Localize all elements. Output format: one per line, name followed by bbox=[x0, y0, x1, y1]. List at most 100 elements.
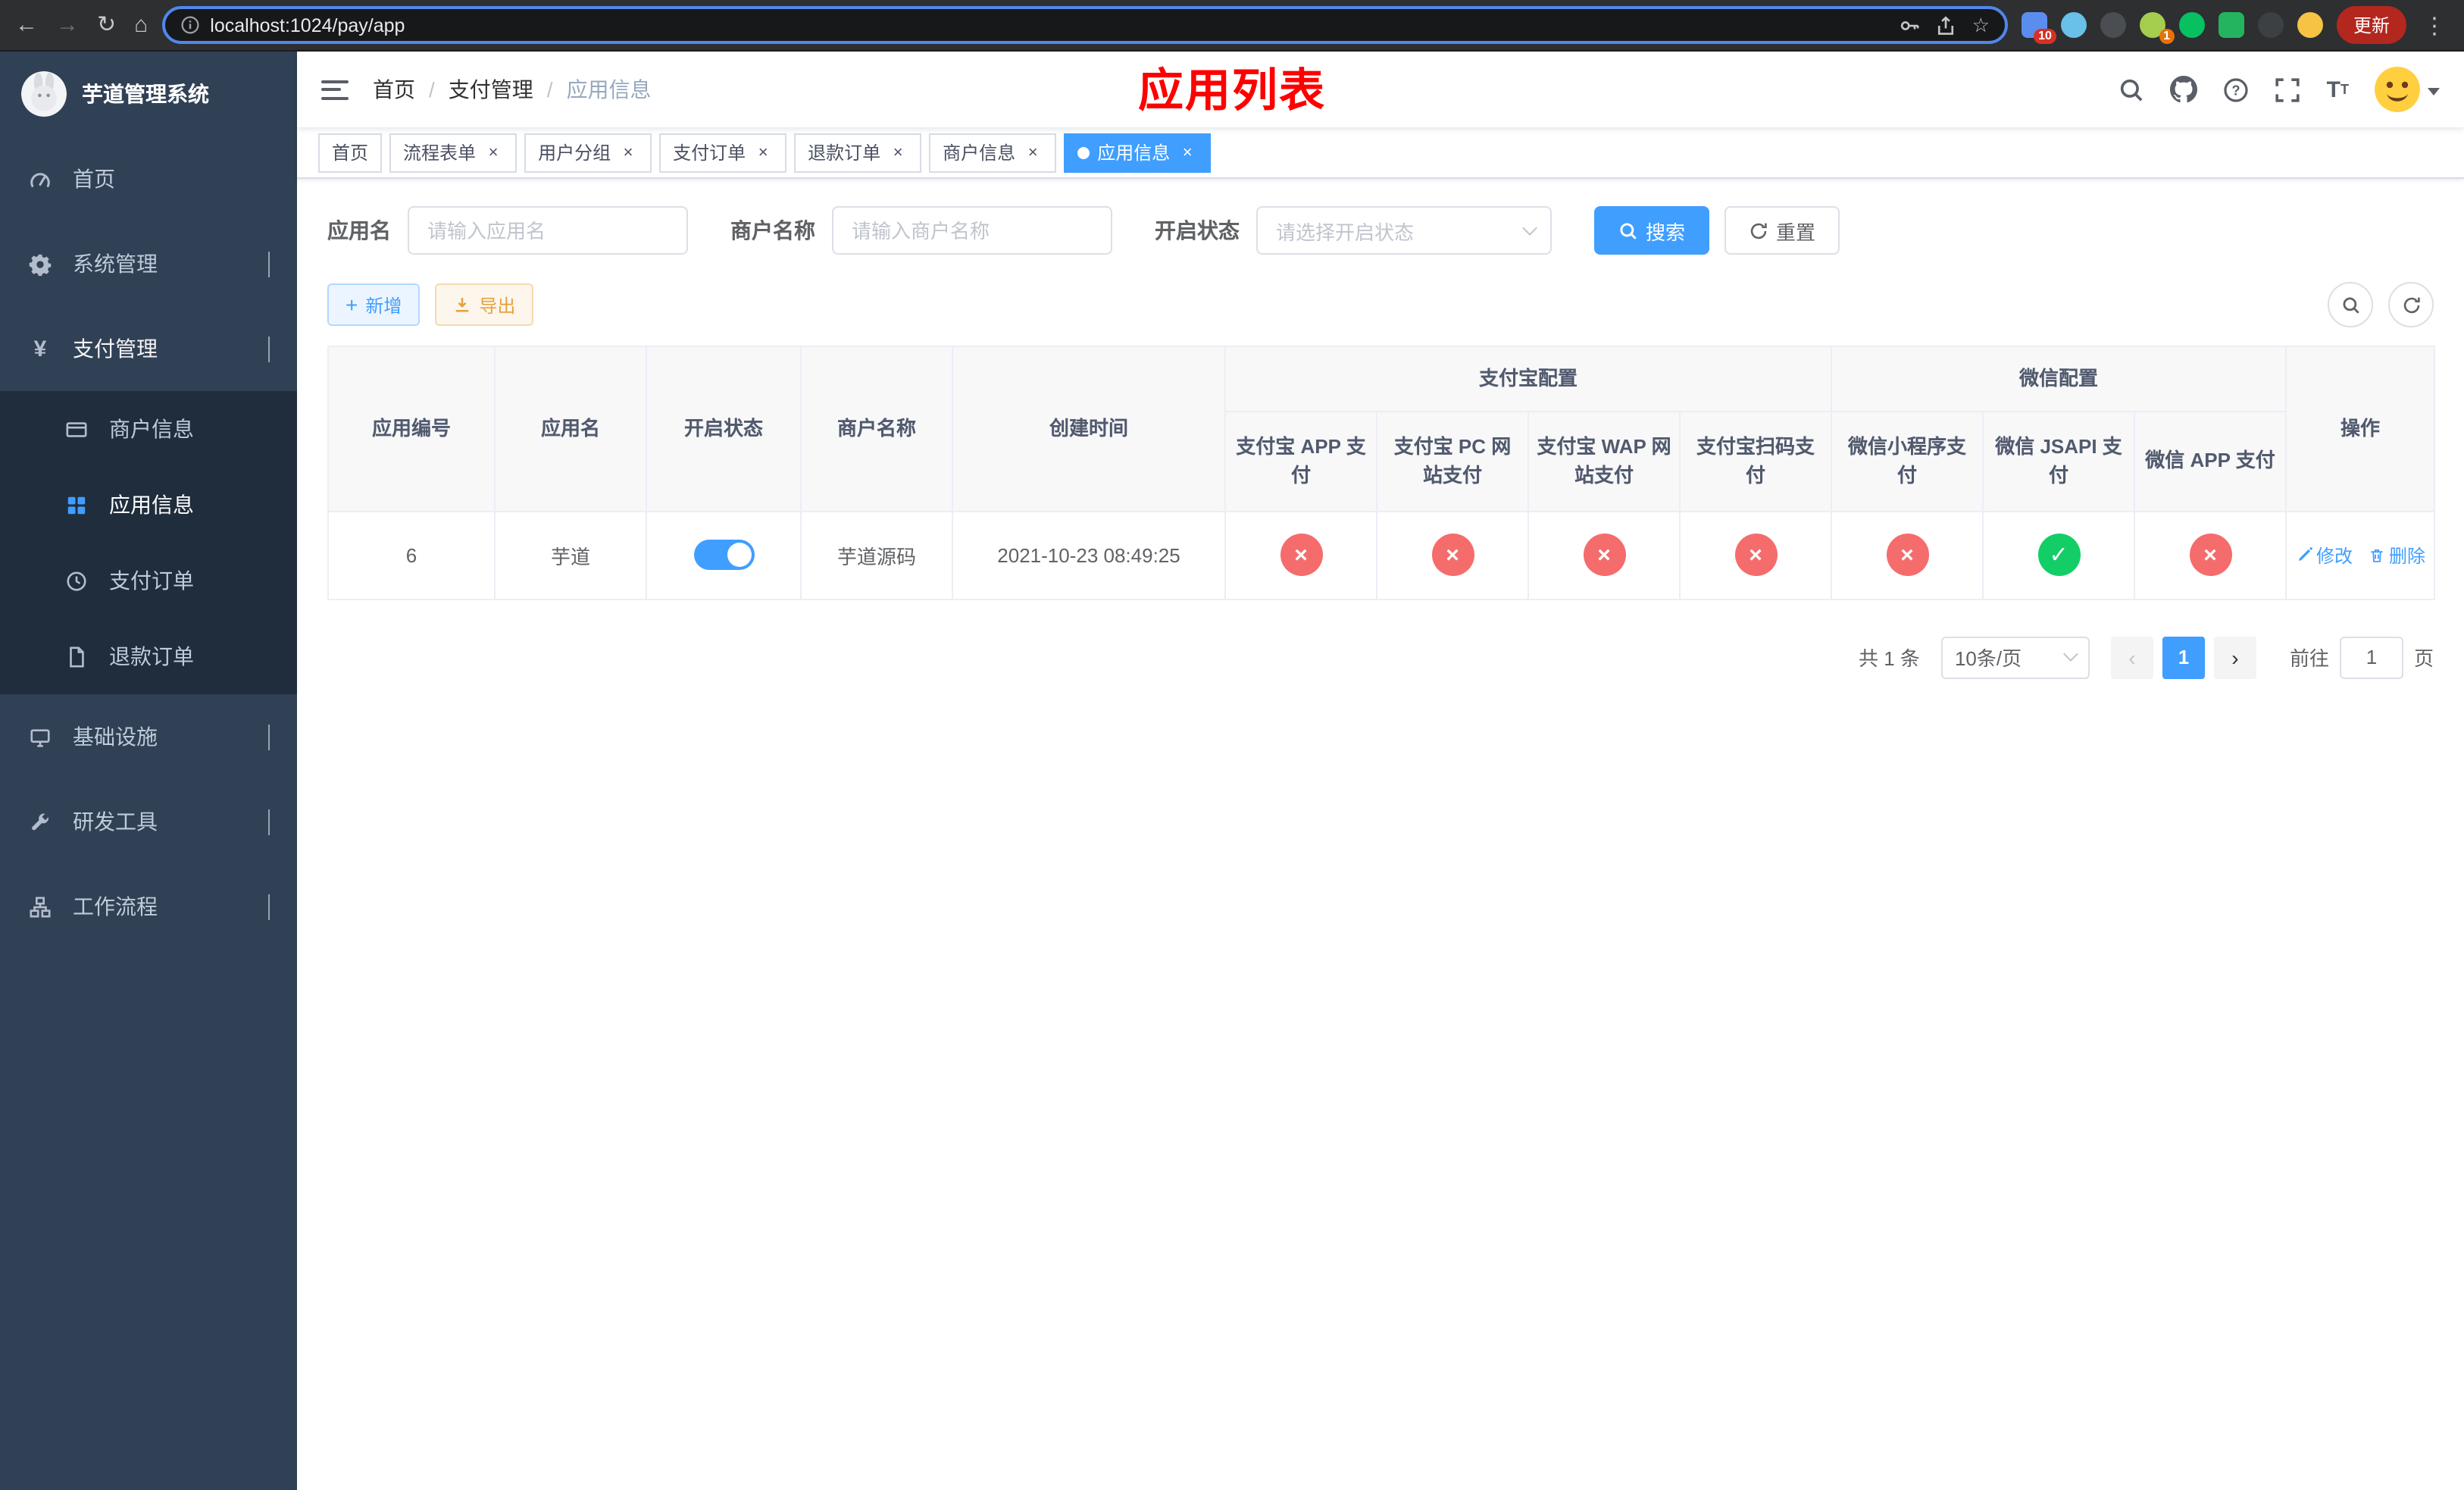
search-button[interactable]: 搜索 bbox=[1594, 206, 1710, 255]
next-page-button[interactable]: › bbox=[2213, 636, 2256, 678]
sidebar-item-infrastructure[interactable]: 基础设施 bbox=[0, 694, 297, 779]
font-size-icon[interactable]: TT bbox=[2327, 78, 2349, 101]
svg-text:?: ? bbox=[2232, 82, 2240, 97]
sidebar-item-home[interactable]: 首页 bbox=[0, 136, 297, 221]
extension-icon[interactable]: 1 bbox=[2139, 12, 2175, 44]
status-select[interactable]: 请选择开启状态 bbox=[1256, 206, 1552, 255]
grid-icon bbox=[64, 493, 89, 516]
wechat-jsapi-status-icon: ✓ bbox=[2037, 534, 2081, 576]
col-header-app-id: 应用编号 bbox=[327, 346, 496, 512]
sidebar-item-payment-orders[interactable]: 支付订单 bbox=[0, 543, 297, 618]
page-button[interactable]: 1 bbox=[2162, 636, 2205, 678]
col-header-alipay-pc: 支付宝 PC 网站支付 bbox=[1376, 410, 1529, 512]
breadcrumb-home[interactable]: 首页 bbox=[373, 74, 415, 105]
export-button[interactable]: 导出 bbox=[435, 283, 534, 326]
field-label: 开启状态 bbox=[1155, 218, 1240, 243]
breadcrumb-payment[interactable]: 支付管理 bbox=[449, 74, 533, 105]
close-icon[interactable]: × bbox=[1023, 142, 1043, 162]
status-toggle[interactable] bbox=[693, 540, 754, 570]
refresh-button[interactable] bbox=[2388, 282, 2434, 327]
goto-prefix: 前往 bbox=[2289, 647, 2329, 670]
extension-icon[interactable] bbox=[2100, 12, 2126, 38]
browser-back-icon[interactable]: ← bbox=[15, 14, 38, 36]
browser-reload-icon[interactable]: ↻ bbox=[97, 14, 116, 36]
main-area: 首页 / 支付管理 / 应用信息 ? T T 首页 流程表单 × 用户分组 × … bbox=[297, 52, 2464, 1490]
extension-icon[interactable] bbox=[2060, 12, 2087, 38]
browser-update-button[interactable]: 更新 bbox=[2336, 6, 2406, 44]
close-icon[interactable]: × bbox=[888, 142, 908, 162]
sidebar-item-refund-orders[interactable]: 退款订单 bbox=[0, 618, 297, 694]
bookmark-star-icon[interactable]: ☆ bbox=[1972, 13, 1990, 37]
github-icon[interactable] bbox=[2170, 76, 2198, 103]
search-icon[interactable] bbox=[2119, 77, 2145, 102]
sidebar-logo[interactable]: 芋道管理系统 bbox=[0, 52, 297, 136]
tab-user-group[interactable]: 用户分组 × bbox=[524, 133, 652, 172]
sidebar-item-payment[interactable]: ¥ 支付管理 bbox=[0, 306, 297, 391]
edit-button[interactable]: 修改 bbox=[2295, 542, 2353, 568]
prev-page-button[interactable]: ‹ bbox=[2110, 636, 2153, 678]
tab-app-info[interactable]: 应用信息 × bbox=[1064, 133, 1212, 172]
filter-app-name: 应用名 bbox=[327, 206, 688, 255]
close-icon[interactable]: × bbox=[753, 142, 773, 162]
browser-home-icon[interactable]: ⌂ bbox=[134, 14, 148, 36]
sidebar-item-system[interactable]: 系统管理 bbox=[0, 221, 297, 306]
page-title: 应用列表 bbox=[1138, 67, 1326, 117]
merchant-name-input[interactable] bbox=[832, 206, 1112, 255]
site-info-icon[interactable] bbox=[180, 15, 199, 35]
sidebar-item-merchant-info[interactable]: 商户信息 bbox=[0, 391, 297, 467]
sidebar-item-dev-tools[interactable]: 研发工具 bbox=[0, 779, 297, 864]
reset-button[interactable]: 重置 bbox=[1724, 206, 1840, 255]
cell-status bbox=[646, 510, 802, 599]
tab-home[interactable]: 首页 bbox=[318, 133, 383, 172]
delete-button[interactable]: 删除 bbox=[2368, 542, 2425, 568]
tab-label: 支付订单 bbox=[673, 142, 746, 164]
goto-page-input[interactable] bbox=[2339, 636, 2403, 678]
profile-avatar-icon[interactable] bbox=[2297, 12, 2323, 38]
browser-forward-icon[interactable]: → bbox=[56, 14, 79, 36]
close-icon[interactable]: × bbox=[1177, 142, 1197, 162]
close-icon[interactable]: × bbox=[618, 142, 638, 162]
tab-merchant-info[interactable]: 商户信息 × bbox=[929, 133, 1057, 172]
tab-process-form[interactable]: 流程表单 × bbox=[389, 133, 518, 172]
password-key-icon[interactable] bbox=[1900, 14, 1921, 36]
app-name-input[interactable] bbox=[408, 206, 688, 255]
field-label: 应用名 bbox=[327, 218, 391, 243]
col-header-app-name: 应用名 bbox=[494, 346, 647, 512]
fullscreen-icon[interactable] bbox=[2275, 77, 2301, 102]
sidebar-toggle-icon[interactable] bbox=[321, 80, 349, 99]
help-icon[interactable]: ? bbox=[2224, 77, 2250, 102]
add-button[interactable]: + 新增 bbox=[327, 283, 421, 326]
chevron-down-icon bbox=[268, 894, 270, 920]
field-label: 商户名称 bbox=[730, 218, 815, 243]
page-content: 应用名 商户名称 开启状态 请选择开启状态 bbox=[297, 179, 2464, 1490]
dashboard-icon bbox=[27, 167, 53, 190]
tab-payment-orders[interactable]: 支付订单 × bbox=[659, 133, 787, 172]
browser-menu-icon[interactable]: ⋮ bbox=[2420, 11, 2449, 39]
user-menu[interactable] bbox=[2375, 67, 2440, 112]
table-row: 6 芋道 芋道源码 2021-10-23 08:49:25 × × × × × bbox=[327, 510, 2436, 599]
extension-icon[interactable] bbox=[2218, 12, 2244, 38]
page-size-select[interactable]: 10条/页 bbox=[1940, 636, 2090, 678]
tab-label: 首页 bbox=[332, 142, 369, 164]
share-icon[interactable] bbox=[1936, 14, 1957, 36]
app-title: 芋道管理系统 bbox=[82, 82, 209, 106]
extension-icon[interactable] bbox=[2178, 12, 2205, 38]
chevron-down-icon bbox=[268, 252, 270, 277]
sidebar-item-workflow[interactable]: 工作流程 bbox=[0, 864, 297, 949]
address-bar[interactable]: localhost:1024/pay/app ☆ bbox=[161, 6, 2008, 44]
document-icon bbox=[64, 645, 89, 668]
sidebar-item-label: 支付订单 bbox=[109, 568, 194, 593]
gear-icon bbox=[27, 252, 53, 275]
extensions-tray: 10 1 bbox=[2021, 12, 2323, 44]
payment-submenu: 商户信息 应用信息 支付订单 退款订单 bbox=[0, 391, 297, 694]
extension-icon[interactable]: 10 bbox=[2021, 12, 2056, 44]
close-icon[interactable]: × bbox=[483, 142, 503, 162]
url-text[interactable]: localhost:1024/pay/app bbox=[210, 14, 1888, 36]
tab-refund-orders[interactable]: 退款订单 × bbox=[794, 133, 922, 172]
sidebar-item-app-info[interactable]: 应用信息 bbox=[0, 467, 297, 543]
caret-down-icon bbox=[2428, 87, 2440, 95]
col-header-merchant: 商户名称 bbox=[800, 346, 953, 512]
toggle-search-button[interactable] bbox=[2328, 282, 2373, 327]
extension-icon[interactable] bbox=[2257, 12, 2284, 38]
filter-merchant-name: 商户名称 bbox=[730, 206, 1112, 255]
